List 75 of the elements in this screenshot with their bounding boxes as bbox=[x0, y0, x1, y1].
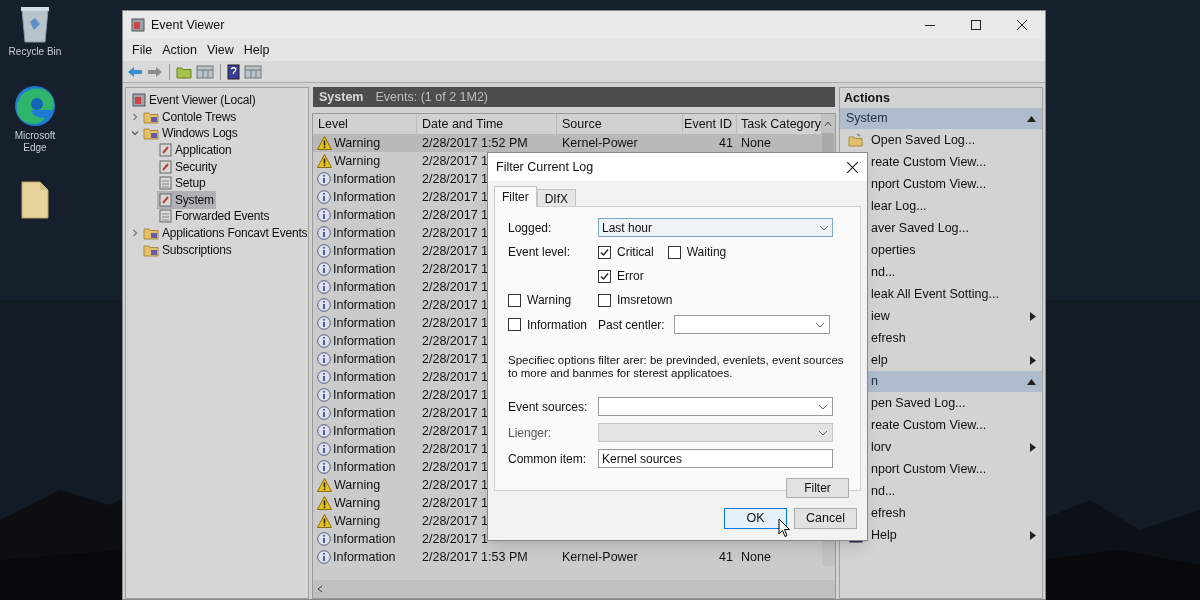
field-label: Logged: bbox=[508, 219, 553, 237]
level-text: Warning bbox=[334, 476, 381, 494]
date-text: 2/28/2017 1 bbox=[422, 171, 489, 186]
checkbox-label: Imsretown bbox=[617, 292, 673, 309]
field-label: Event level: bbox=[508, 244, 572, 261]
date-text: 2/28/2017 1 bbox=[422, 369, 489, 384]
checkbox-label: Critical bbox=[617, 244, 654, 261]
category-text: None bbox=[741, 549, 771, 564]
level-text: Information bbox=[333, 332, 396, 350]
date-text: 2/28/2017 1 bbox=[422, 225, 489, 240]
level-text: Information bbox=[333, 188, 396, 206]
level-text: Warning bbox=[334, 512, 381, 530]
field-label: Lienger: bbox=[508, 424, 553, 442]
level-text: Information bbox=[333, 404, 396, 422]
level-text: Information bbox=[333, 242, 396, 260]
checkbox-label: Warning bbox=[527, 292, 572, 309]
level-text: Information bbox=[333, 422, 396, 440]
date-text: 2/28/2017 1 bbox=[422, 333, 489, 348]
section-title: System bbox=[846, 110, 888, 128]
event-count: Events: (1 of 2 1M2) bbox=[375, 88, 489, 106]
level-text: Information bbox=[333, 206, 396, 224]
date-text: 2/28/2017 1 bbox=[422, 153, 489, 168]
date-text: 2/28/2017 1 bbox=[422, 297, 489, 312]
level-text: Information bbox=[333, 386, 396, 404]
field-label: Event sources: bbox=[508, 398, 589, 416]
checkbox-label: Information bbox=[527, 316, 588, 334]
date-text: 2/28/2017 1 bbox=[422, 423, 489, 438]
dialog-title: Filter Current Log bbox=[496, 158, 594, 176]
category-text: None bbox=[741, 135, 771, 150]
date-text: 2/28/2017 1 bbox=[422, 207, 489, 222]
date-text: 2/28/2017 1:53 PM bbox=[422, 549, 528, 564]
level-text: Information bbox=[333, 260, 396, 278]
level-text: Information bbox=[333, 350, 396, 368]
date-text: 2/28/2017 1 bbox=[422, 405, 489, 420]
level-text: Information bbox=[333, 530, 396, 548]
date-text: 2/28/2017 1 bbox=[422, 315, 489, 330]
date-text: 2/28/2017 1 bbox=[422, 531, 489, 546]
date-text: 2/28/2017 1 bbox=[422, 513, 489, 528]
log-title: System bbox=[319, 88, 364, 106]
source-text: Kernel-Power bbox=[562, 135, 638, 150]
checkbox-label: Waiting bbox=[686, 244, 727, 261]
section-title: n bbox=[871, 373, 878, 391]
checkbox-label: Error bbox=[617, 268, 644, 285]
actions-title: Actions bbox=[843, 89, 891, 107]
level-text: Information bbox=[333, 278, 396, 296]
desktop-icon-label: Microsoft Edge bbox=[13, 130, 57, 154]
date-text: 2/28/2017 1 bbox=[422, 441, 489, 456]
level-text: Information bbox=[333, 314, 396, 332]
date-text: 2/28/2017 1 bbox=[422, 189, 489, 204]
field-label: Past centler: bbox=[598, 316, 665, 334]
source-text: Kernel-Power bbox=[562, 549, 638, 564]
event-id-text: 41 bbox=[719, 548, 733, 566]
window-title: Event Viewer bbox=[151, 16, 225, 34]
level-text: Information bbox=[333, 296, 396, 314]
date-text: 2/28/2017 1 bbox=[422, 387, 489, 402]
date-text: 2/28/2017 1 bbox=[422, 243, 489, 258]
level-text: Information bbox=[333, 170, 396, 188]
date-text: 2/28/2017 1:52 PM bbox=[422, 135, 528, 150]
level-text: Information bbox=[333, 224, 396, 242]
date-text: 2/28/2017 1 bbox=[422, 495, 489, 510]
date-text: 2/28/2017 1 bbox=[422, 459, 489, 474]
level-text: Information bbox=[333, 458, 396, 476]
level-text: Warning bbox=[334, 494, 381, 512]
date-text: 2/28/2017 1 bbox=[422, 477, 489, 492]
field-label: Common item: bbox=[508, 450, 588, 468]
date-text: 2/28/2017 1 bbox=[422, 351, 489, 366]
level-text: Warning bbox=[334, 134, 381, 152]
desktop-icon-label: Recycle Bin bbox=[7, 46, 63, 58]
date-text: 2/28/2017 1 bbox=[422, 261, 489, 276]
level-text: Information bbox=[333, 440, 396, 458]
level-text: Information bbox=[333, 548, 396, 566]
level-text: Information bbox=[333, 368, 396, 386]
date-text: 2/28/2017 1 bbox=[422, 279, 489, 294]
level-text: Warning bbox=[334, 152, 381, 170]
event-id-text: 41 bbox=[719, 134, 733, 152]
